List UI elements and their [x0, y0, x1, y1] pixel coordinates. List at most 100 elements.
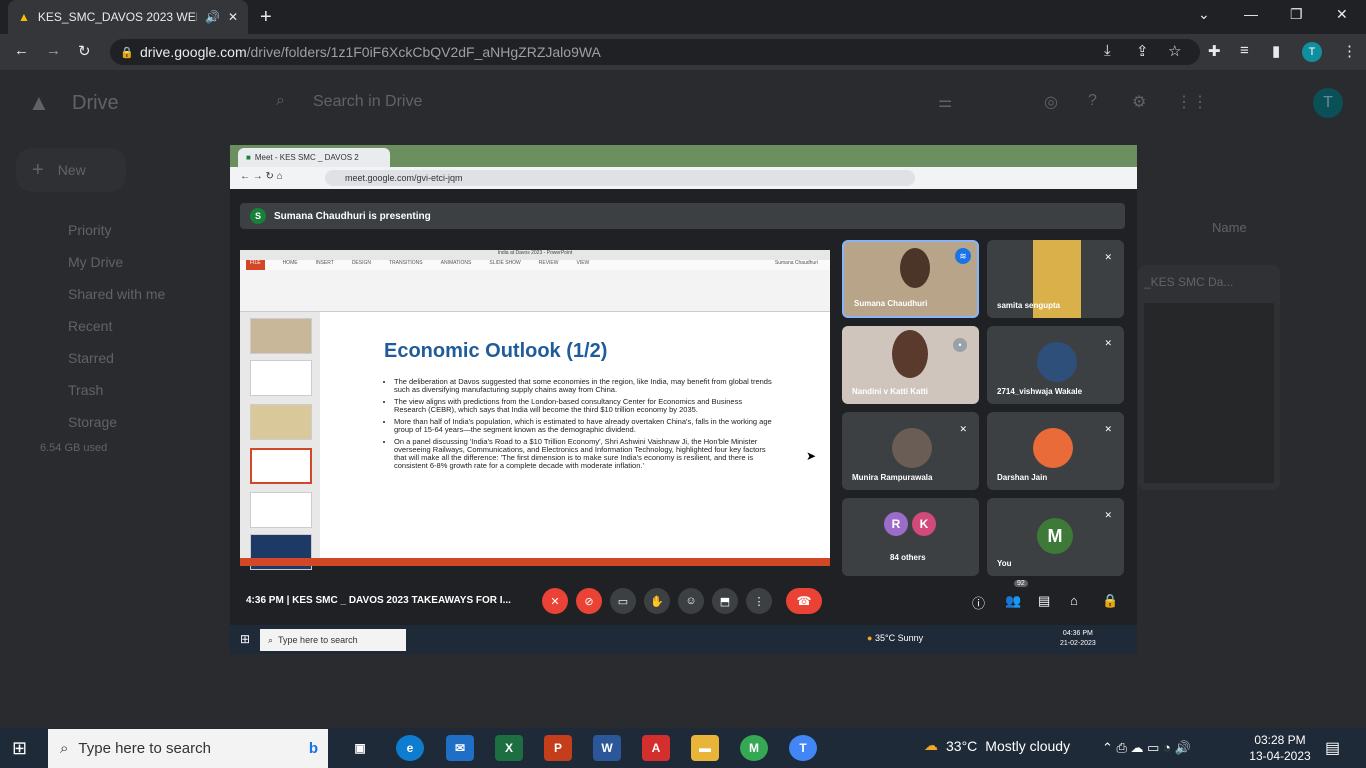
end-call-button[interactable]: ☎: [786, 588, 822, 614]
participant-tile[interactable]: • Nandini v Katti Katti: [842, 326, 979, 404]
nav-storage[interactable]: Storage: [68, 414, 117, 430]
taskbar-search[interactable]: ⌕ Type here to search b: [48, 729, 328, 768]
nav-shared[interactable]: Shared with me: [68, 286, 165, 302]
taskbar-search-placeholder: Type here to search: [78, 740, 211, 757]
camera-off-button[interactable]: ⊘: [576, 588, 602, 614]
participant-tile[interactable]: ✕ Darshan Jain: [987, 412, 1124, 490]
taskbar-date: 13-04-2023: [1249, 749, 1311, 763]
forward-icon[interactable]: →: [46, 42, 61, 59]
participant-name: Nandini v Katti Katti: [852, 387, 929, 396]
slide-title: Economic Outlook (1/2): [384, 340, 608, 362]
nav-trash[interactable]: Trash: [68, 382, 103, 398]
speaker-icon[interactable]: 🔊: [205, 10, 220, 24]
apps-grid-icon[interactable]: ⋮⋮: [1176, 92, 1208, 112]
taskbar-clock[interactable]: 03:28 PM 13-04-2023: [1245, 732, 1315, 764]
media-icon[interactable]: ≡: [1240, 42, 1249, 59]
participant-tile[interactable]: ✕ samita sengupta: [987, 240, 1124, 318]
participant-avatar: [892, 428, 932, 468]
participant-name: Sumana Chaudhuri: [854, 299, 928, 308]
sort-name-label[interactable]: Name: [1212, 220, 1247, 235]
address-bar[interactable]: 🔒 drive.google.com/drive/folders/1z1F0iF…: [110, 39, 1200, 65]
windows-start-icon[interactable]: ⊞: [12, 738, 27, 759]
file-card[interactable]: _KES SMC Da...: [1138, 265, 1280, 490]
profile-avatar[interactable]: T: [1302, 42, 1322, 62]
nav-starred[interactable]: Starred: [68, 350, 114, 366]
close-tab-icon[interactable]: ✕: [228, 10, 238, 24]
filter-icon[interactable]: ⚌: [938, 92, 952, 112]
sidepanel-icon[interactable]: ▮: [1272, 42, 1280, 60]
raise-hand-button[interactable]: ✋: [644, 588, 670, 614]
slide-thumb: [250, 360, 312, 396]
activities-icon[interactable]: ⌂: [1070, 593, 1078, 608]
others-count: 84 others: [890, 553, 926, 562]
meet-nav-icons: ← → ↻ ⌂: [240, 171, 283, 182]
mic-off-button[interactable]: ✕: [542, 588, 568, 614]
extensions-icon[interactable]: ✚: [1208, 42, 1221, 60]
close-window-icon[interactable]: ✕: [1336, 6, 1348, 23]
chat-icon[interactable]: ▤: [1038, 593, 1050, 609]
ready-offline-icon[interactable]: ◎: [1044, 92, 1058, 112]
excel-icon[interactable]: X: [495, 735, 523, 761]
chrome-profile-m-icon[interactable]: M: [740, 735, 768, 761]
acrobat-icon[interactable]: A: [642, 735, 670, 761]
participant-tile[interactable]: ✕ Munira Rampurawala: [842, 412, 979, 490]
drive-search-input[interactable]: Search in Drive: [313, 93, 422, 111]
present-button[interactable]: ⬒: [712, 588, 738, 614]
ppt-tab-animations: ANIMATIONS: [440, 260, 472, 266]
others-tile[interactable]: R K 84 others: [842, 498, 979, 576]
url-host: drive.google.com: [140, 44, 247, 60]
meeting-details-icon[interactable]: ⓘ: [972, 593, 985, 612]
file-thumbnail: [1144, 303, 1274, 483]
menu-kebab-icon[interactable]: ⋮: [1342, 42, 1357, 60]
slide-bullet: The view aligns with predictions from th…: [394, 398, 776, 414]
participant-name: 2714_vishwaja Wakale: [997, 387, 1083, 396]
new-button[interactable]: + New: [16, 148, 126, 192]
install-icon[interactable]: ⤓: [1104, 42, 1111, 59]
host-controls-icon[interactable]: 🔒: [1102, 593, 1118, 609]
plus-icon: +: [32, 158, 44, 181]
drive-profile-avatar[interactable]: T: [1313, 88, 1343, 118]
nav-my-drive[interactable]: My Drive: [68, 254, 123, 270]
search-icon[interactable]: ⌕: [276, 92, 285, 110]
participant-avatar: [1033, 428, 1073, 468]
nav-recent[interactable]: Recent: [68, 318, 112, 334]
inner-weather: ● 35°C Sunny: [867, 633, 923, 643]
word-icon[interactable]: W: [593, 735, 621, 761]
share-icon[interactable]: ⇪: [1136, 42, 1149, 60]
mail-icon[interactable]: ✉: [446, 735, 474, 761]
more-options-button[interactable]: ⋮: [746, 588, 772, 614]
inner-search-text: Type here to search: [278, 635, 358, 645]
new-tab-button[interactable]: +: [260, 6, 272, 29]
participant-tile[interactable]: ✕ 2714_vishwaja Wakale: [987, 326, 1124, 404]
edge-icon[interactable]: e: [396, 735, 424, 761]
slide-thumb-selected: [250, 448, 312, 484]
restore-icon[interactable]: ❐: [1290, 6, 1303, 23]
chrome-profile-t-icon[interactable]: T: [789, 735, 817, 761]
tab-title: KES_SMC_DAVOS 2023 WEB: [37, 10, 197, 24]
help-icon[interactable]: ?: [1088, 92, 1097, 110]
bookmark-star-icon[interactable]: ☆: [1168, 42, 1181, 60]
powerpoint-icon[interactable]: P: [544, 735, 572, 761]
nav-priority[interactable]: Priority: [68, 222, 112, 238]
settings-gear-icon[interactable]: ⚙: [1132, 92, 1146, 112]
bing-icon: b: [308, 740, 318, 757]
mic-off-icon: ✕: [1104, 338, 1112, 348]
file-explorer-icon[interactable]: ▬: [691, 735, 719, 761]
captions-button[interactable]: ▭: [610, 588, 636, 614]
participant-tile[interactable]: ≋ Sumana Chaudhuri: [842, 240, 979, 318]
chevron-down-icon[interactable]: ⌄: [1198, 6, 1210, 23]
emoji-button[interactable]: ☺: [678, 588, 704, 614]
mic-off-icon: ✕: [959, 424, 967, 434]
reload-icon[interactable]: ↻: [78, 42, 91, 60]
tray-icons[interactable]: ⌃ ⎙ ☁ ▭ ◔ 🔊: [1102, 740, 1191, 756]
taskbar-weather[interactable]: ☁ 33°C Mostly cloudy: [924, 737, 1070, 754]
back-icon[interactable]: ←: [14, 42, 29, 59]
browser-tab[interactable]: ▲ KES_SMC_DAVOS 2023 WEB 🔊 ✕: [8, 0, 248, 34]
task-view-icon[interactable]: ▣: [346, 735, 374, 761]
people-icon[interactable]: 👥: [1005, 593, 1021, 609]
self-tile[interactable]: M ✕ You: [987, 498, 1124, 576]
inner-sun-icon: ●: [867, 633, 873, 643]
slide-thumbnails: [240, 312, 320, 570]
notification-icon[interactable]: ▤: [1325, 738, 1340, 758]
minimize-icon[interactable]: —: [1244, 6, 1258, 22]
